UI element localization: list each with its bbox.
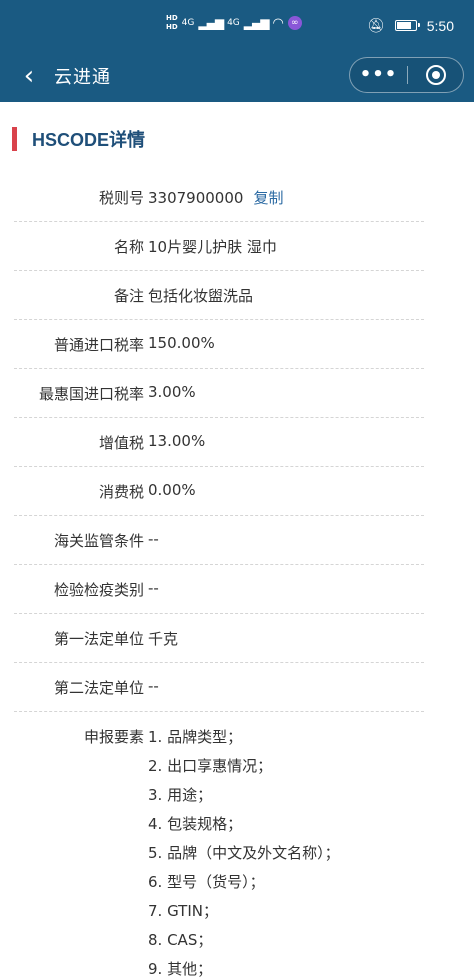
detail-label: 第二法定单位 <box>53 679 144 697</box>
detail-row-tariff-number: 税则号 3307900000 复制 <box>14 173 424 222</box>
nav-bar: ‹ 云进通 ••• <box>0 52 474 102</box>
detail-value: 千克 <box>148 630 179 648</box>
detail-label: 备注 <box>113 287 144 305</box>
list-item: 7. GTIN； <box>148 902 218 920</box>
detail-row-first-unit: 第一法定单位 千克 <box>14 614 424 663</box>
detail-value: -- <box>148 677 159 695</box>
detail-label: 消费税 <box>98 483 144 501</box>
detail-value: -- <box>148 579 159 597</box>
detail-label: 第一法定单位 <box>53 630 144 648</box>
network-type-2: 4G <box>227 18 240 28</box>
mini-program-capsule: ••• <box>349 57 464 93</box>
wifi-icon: ◠ <box>272 15 284 31</box>
hd-label-1: HD <box>166 14 178 22</box>
detail-label: 海关监管条件 <box>53 532 144 550</box>
detail-row-remark: 备注 包括化妆盥洗品 <box>14 271 424 320</box>
hd-label-2: HD <box>166 23 178 31</box>
detail-row-inspection-category: 检验检疫类别 -- <box>14 565 424 614</box>
status-bar: HD HD 4G ▂▄▆ 4G ▂▄▆ ◠ ∞ 🔕︎ 5:50 <box>0 0 474 52</box>
section-accent-bar <box>12 127 17 151</box>
status-time: 5:50 <box>426 17 454 34</box>
detail-label: 税则号 <box>98 189 144 207</box>
detail-value: 3307900000 复制 <box>148 187 283 208</box>
signal-icon-2: ▂▄▆ <box>243 16 270 30</box>
mute-bell-icon: 🔕︎ <box>366 17 385 33</box>
detail-value: 包括化妆盥洗品 <box>148 287 254 305</box>
detail-label: 增值税 <box>98 434 144 452</box>
detail-label: 普通进口税率 <box>53 336 144 354</box>
list-item: 4. 包装规格； <box>148 815 243 833</box>
app-badge-icon: ∞ <box>287 16 302 30</box>
declaration-list: 1. 品牌类型； 2. 出口享惠情况； 3. 用途； 4. 包装规格； 5. 品… <box>148 726 424 977</box>
list-item: 2. 出口享惠情况； <box>148 757 273 775</box>
detail-value: 150.00% <box>148 334 215 352</box>
network-type-1: 4G <box>181 18 195 28</box>
status-right-icons: 🔕︎ 5:50 <box>367 17 454 34</box>
detail-list: 税则号 3307900000 复制 名称 10片婴儿护肤 湿巾 备注 包括化妆盥洗… <box>0 173 474 977</box>
signal-icon: ▂▄▆ <box>198 16 224 30</box>
detail-value: -- <box>148 530 159 548</box>
list-item: 9. 其他； <box>148 960 213 977</box>
detail-label: 检验检疫类别 <box>53 581 144 599</box>
list-item: 1. 品牌类型； <box>148 728 243 746</box>
detail-label: 名称 <box>113 238 144 256</box>
detail-value: 0.00% <box>148 481 196 499</box>
list-item: 5. 品牌（中文及外文名称）； <box>148 844 340 862</box>
detail-value: 13.00% <box>148 432 206 450</box>
copy-button[interactable]: 复制 <box>253 189 283 207</box>
detail-row-customs-conditions: 海关监管条件 -- <box>14 516 424 565</box>
detail-value: 3.00% <box>148 383 196 401</box>
list-item: 3. 用途； <box>148 786 213 804</box>
detail-row-general-import-rate: 普通进口税率 150.00% <box>14 320 424 369</box>
more-icon[interactable]: ••• <box>350 58 407 92</box>
detail-row-second-unit: 第二法定单位 -- <box>14 663 424 712</box>
section-title: HSCODE详情 <box>32 130 146 150</box>
battery-icon <box>394 20 420 31</box>
detail-label: 最惠国进口税率 <box>38 385 144 403</box>
detail-row-consumption-tax: 消费税 0.00% <box>14 467 424 516</box>
detail-value: 10片婴儿护肤 湿巾 <box>148 238 277 256</box>
declaration-elements: 申报要素 1. 品牌类型； 2. 出口享惠情况； 3. 用途； 4. 包装规格；… <box>14 712 424 977</box>
detail-row-name: 名称 10片婴儿护肤 湿巾 <box>14 222 424 271</box>
hd-icon: HD HD <box>166 14 178 32</box>
list-item: 8. CAS； <box>148 931 213 949</box>
close-dot <box>432 71 440 79</box>
tariff-number: 3307900000 <box>148 189 244 207</box>
page-title: 云进通 <box>54 67 111 88</box>
battery-fill <box>396 22 412 29</box>
close-target-icon[interactable] <box>408 58 464 92</box>
status-left-icons: HD HD 4G ▂▄▆ 4G ▂▄▆ ◠ ∞ <box>166 14 302 32</box>
back-chevron-icon[interactable]: ‹ <box>14 62 44 92</box>
detail-row-vat: 增值税 13.00% <box>14 418 424 467</box>
detail-row-mfn-import-rate: 最惠国进口税率 3.00% <box>14 369 424 418</box>
declaration-label: 申报要素 <box>83 728 144 746</box>
list-item: 6. 型号（货号）； <box>148 873 265 891</box>
